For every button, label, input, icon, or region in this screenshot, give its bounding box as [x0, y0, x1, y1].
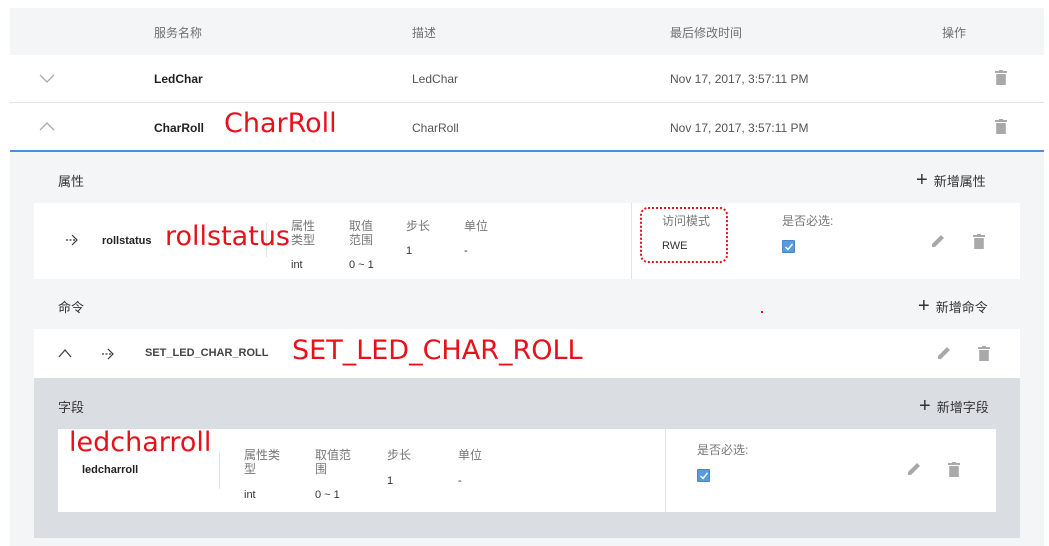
annotation-charroll: CharRoll	[224, 108, 337, 139]
required-label: 是否必选:	[782, 214, 834, 228]
field-type-value: int	[244, 489, 256, 501]
attr-name: rollstatus	[102, 235, 152, 247]
field-type-label: 属性类型	[244, 448, 281, 476]
field-unit-label: 单位	[458, 448, 483, 462]
field-required-checkbox[interactable]	[697, 469, 710, 482]
command-details-panel: 字段 + 新增字段 ledcharroll 属性类型 int 取值范围 0 ~ …	[34, 378, 1020, 538]
chevron-up-icon[interactable]	[58, 347, 72, 359]
annotation-ledcharroll: ledcharroll	[69, 427, 212, 458]
field-unit-value: -	[458, 475, 462, 487]
attr-unit-label: 单位	[464, 219, 489, 233]
attr-section-title: 属性	[58, 174, 85, 189]
attr-step-label: 步长	[406, 219, 431, 233]
attr-range-value: 0 ~ 1	[349, 259, 374, 271]
access-mode-highlight	[640, 207, 728, 263]
edit-icon[interactable]	[931, 234, 945, 248]
command-name: SET_LED_CHAR_ROLL	[145, 347, 269, 359]
field-step-label: 步长	[387, 448, 412, 462]
add-cmd-button[interactable]: + 新增命令	[918, 295, 988, 317]
service-name: CharRoll	[154, 121, 205, 135]
add-attr-button[interactable]: + 新增属性	[916, 169, 986, 191]
add-cmd-label: 新增命令	[935, 300, 988, 315]
field-step-value: 1	[387, 475, 394, 487]
plus-icon: +	[919, 395, 931, 417]
trash-icon[interactable]	[978, 346, 990, 361]
service-time: Nov 17, 2017, 3:57:11 PM	[670, 121, 809, 135]
field-range-value: 0 ~ 1	[315, 489, 340, 501]
chevron-down-icon[interactable]	[38, 69, 56, 87]
attr-range-label: 取值范围	[349, 219, 374, 247]
service-page: 服务名称 描述 最后修改时间 操作 LedChar LedChar Nov 17…	[0, 0, 1049, 546]
annotation-set-led-char-roll: SET_LED_CHAR_ROLL	[292, 335, 583, 366]
service-desc: LedChar	[412, 72, 459, 86]
attr-step-value: 1	[406, 245, 413, 257]
service-time: Nov 17, 2017, 3:57:11 PM	[670, 72, 809, 86]
add-field-button[interactable]: + 新增字段	[919, 395, 989, 417]
field-name: ledcharroll	[82, 464, 139, 476]
table-header: 服务名称 描述 最后修改时间 操作	[10, 8, 1044, 55]
annotation-rollstatus: rollstatus	[165, 221, 290, 252]
plus-icon: +	[918, 295, 930, 317]
attr-type-label: 属性类型	[291, 219, 316, 247]
col-header-ops: 操作	[942, 26, 967, 40]
attr-type-value: int	[291, 259, 303, 271]
required-checkbox[interactable]	[782, 240, 795, 253]
chevron-up-icon[interactable]	[38, 118, 56, 136]
plus-icon: +	[916, 169, 928, 191]
table-row[interactable]: LedChar LedChar Nov 17, 2017, 3:57:11 PM	[10, 55, 1044, 103]
arrow-in-icon	[66, 234, 78, 246]
arrow-in-icon	[102, 348, 114, 360]
trash-icon[interactable]	[995, 70, 1007, 85]
field-range-label: 取值范围	[315, 448, 352, 476]
edit-icon[interactable]	[907, 462, 921, 476]
trash-icon[interactable]	[995, 119, 1007, 134]
field-section-title: 字段	[58, 400, 85, 415]
trash-icon[interactable]	[973, 234, 985, 249]
red-dot	[761, 311, 763, 313]
attr-unit-value: -	[464, 245, 468, 257]
divider	[631, 203, 632, 279]
col-header-name: 服务名称	[154, 26, 203, 40]
col-header-desc: 描述	[412, 26, 437, 40]
add-attr-label: 新增属性	[933, 174, 986, 189]
divider	[665, 429, 666, 512]
cmd-section-title: 命令	[58, 300, 85, 315]
divider	[219, 451, 220, 489]
service-name: LedChar	[154, 72, 203, 86]
service-desc: CharRoll	[412, 121, 459, 135]
table-row[interactable]: CharRoll CharRoll Nov 17, 2017, 3:57:11 …	[10, 104, 1044, 152]
trash-icon[interactable]	[948, 462, 960, 477]
field-required-label: 是否必选:	[697, 443, 749, 457]
col-header-time: 最后修改时间	[670, 26, 743, 40]
edit-icon[interactable]	[937, 346, 951, 360]
add-field-label: 新增字段	[936, 400, 989, 415]
